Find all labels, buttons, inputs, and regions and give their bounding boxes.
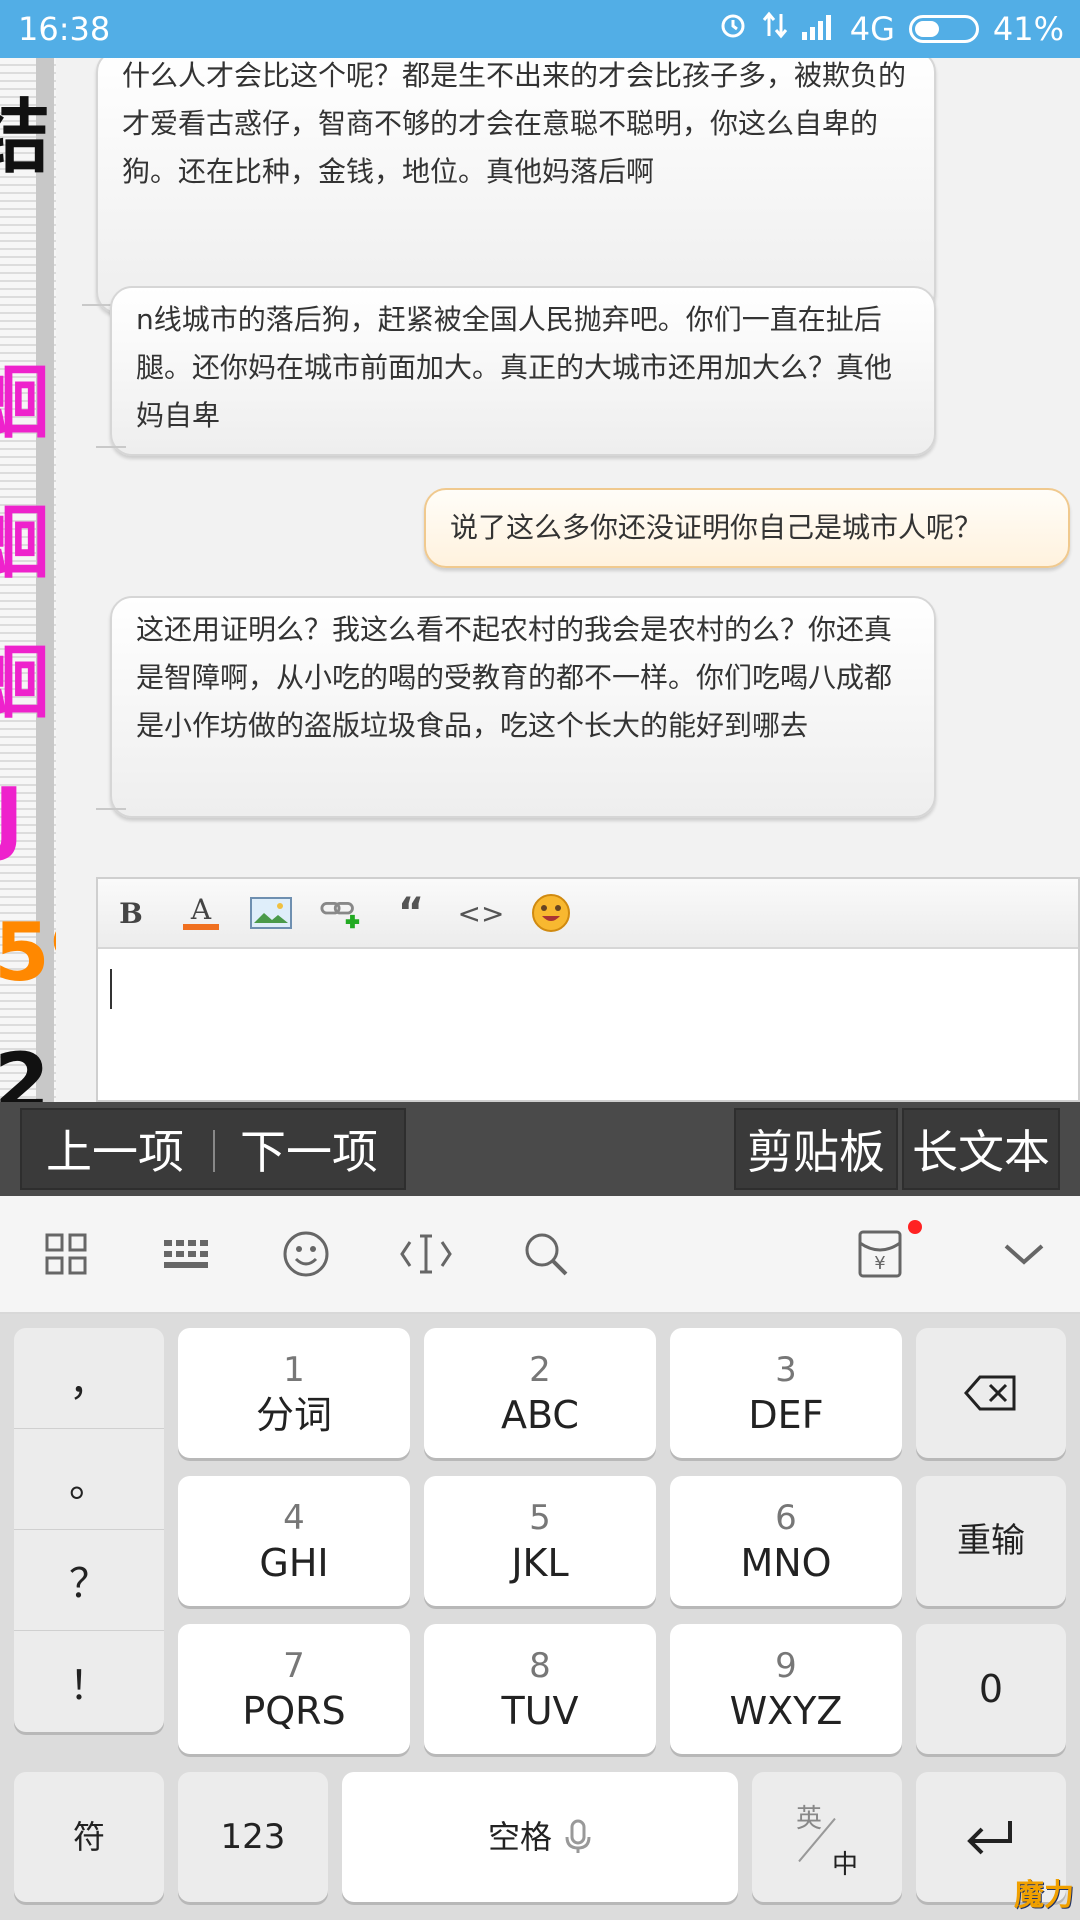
text-cursor: [110, 969, 112, 1009]
zero-key[interactable]: 0: [916, 1624, 1066, 1754]
key-2[interactable]: 2 ABC: [424, 1328, 656, 1458]
key-6[interactable]: 6 MNO: [670, 1476, 902, 1606]
message-text: 这还用证明么？我这么看不起农村的我会是农村的么？你还真是智障啊，从小吃的喝的受教…: [136, 613, 893, 742]
message-bubble-left: 这还用证明么？我这么看不起农村的我会是农村的么？你还真是智障啊，从小吃的喝的受教…: [96, 596, 936, 818]
clipboard-button[interactable]: 剪贴板: [734, 1108, 898, 1190]
strip-glyph: 蛔: [0, 356, 50, 449]
battery-percent: 41%: [992, 10, 1064, 48]
emoji-icon[interactable]: [530, 892, 572, 934]
key-5[interactable]: 5 JKL: [424, 1476, 656, 1606]
image-icon[interactable]: [250, 892, 292, 934]
left-page-strip: 结 蛔 蛔 蛔 J 59 2: [0, 58, 56, 1102]
punctuation-column[interactable]: ， 。 ？ ！: [14, 1328, 164, 1732]
key-8[interactable]: 8 TUV: [424, 1624, 656, 1754]
message-bubble-left: 什么人才会比这个呢？都是生不出来的才会比孩子多，被欺负的才爱看古惑仔，智商不够的…: [82, 58, 936, 314]
editor-toolbar: B A “ <>: [98, 879, 1078, 949]
strip-glyph: 蛔: [0, 496, 50, 589]
svg-text:¥: ¥: [874, 1253, 885, 1274]
message-text: n线城市的落后狗，赶紧被全国人民抛弃吧。你们一直在扯后腿。还你妈在城市前面加大。…: [136, 303, 893, 432]
punct-question-key[interactable]: ？: [14, 1530, 164, 1631]
strip-glyph: J: [0, 771, 24, 864]
bold-button[interactable]: B: [110, 892, 152, 934]
status-bar: 16:38 4G 41%: [0, 0, 1080, 58]
key-1[interactable]: 1 分词: [178, 1328, 410, 1458]
backspace-icon: [964, 1375, 1016, 1411]
smiley-icon[interactable]: [278, 1226, 334, 1282]
message-bubble-right: 说了这么多你还没证明你自己是城市人呢？: [424, 488, 1070, 568]
alarm-icon: [718, 10, 748, 48]
strip-glyph: 59: [0, 906, 56, 999]
status-icons: 4G 41%: [718, 10, 1064, 48]
microphone-icon: [565, 1819, 591, 1853]
strip-glyph: 蛔: [0, 636, 50, 729]
long-text-button[interactable]: 长文本: [902, 1108, 1060, 1190]
message-text: 说了这么多你还没证明你自己是城市人呢？: [450, 511, 983, 544]
punct-comma-key[interactable]: ，: [14, 1328, 164, 1429]
punct-period-key[interactable]: 。: [14, 1429, 164, 1530]
code-button[interactable]: <>: [458, 892, 505, 934]
message-text: 什么人才会比这个呢？都是生不出来的才会比孩子多，被欺负的才爱看古惑仔，智商不够的…: [122, 59, 907, 188]
language-switch-key[interactable]: 英 中: [752, 1772, 902, 1902]
grid-icon[interactable]: [38, 1226, 94, 1282]
nav-separator: [213, 1130, 215, 1172]
number-mode-key[interactable]: 123: [178, 1772, 328, 1902]
signal-icon: [801, 10, 836, 48]
link-add-icon[interactable]: [320, 892, 362, 934]
punct-exclaim-key[interactable]: ！: [14, 1631, 164, 1732]
t9-keyboard: ， 。 ？ ！ 1 分词 2 ABC 3 DEF 4 GHI 5 JKL 6 M…: [0, 1314, 1080, 1920]
font-color-button[interactable]: A: [180, 892, 222, 934]
key-4[interactable]: 4 GHI: [178, 1476, 410, 1606]
quote-button[interactable]: “: [390, 890, 432, 936]
enter-icon: [967, 1821, 1012, 1855]
space-key[interactable]: 空格: [342, 1772, 738, 1902]
next-item-label[interactable]: 下一项: [240, 1108, 378, 1190]
reinput-key[interactable]: 重输: [916, 1476, 1066, 1606]
keyboard-toolbar: ¥: [0, 1196, 1080, 1314]
data-transfer-icon: [762, 10, 788, 48]
notification-dot: [908, 1220, 922, 1234]
red-packet-icon[interactable]: ¥: [852, 1226, 908, 1282]
strip-glyph: 结: [0, 91, 50, 184]
cursor-icon[interactable]: [398, 1226, 454, 1282]
status-time: 16:38: [18, 10, 111, 48]
key-3[interactable]: 3 DEF: [670, 1328, 902, 1458]
backspace-key[interactable]: [916, 1328, 1066, 1458]
message-bubble-left: n线城市的落后狗，赶紧被全国人民抛弃吧。你们一直在扯后腿。还你妈在城市前面加大。…: [96, 286, 936, 456]
key-7[interactable]: 7 PQRS: [178, 1624, 410, 1754]
collapse-icon[interactable]: [996, 1226, 1052, 1282]
symbols-key[interactable]: 符: [14, 1772, 164, 1902]
search-icon[interactable]: [518, 1226, 574, 1282]
keyboard-icon[interactable]: [158, 1226, 214, 1282]
network-type: 4G: [849, 10, 895, 48]
site-watermark: 魔力: [1014, 1878, 1074, 1913]
strip-glyph: 2: [0, 1036, 50, 1103]
reply-editor[interactable]: B A “ <>: [96, 877, 1080, 1102]
key-9[interactable]: 9 WXYZ: [670, 1624, 902, 1754]
form-nav-bar: 上一项 下一项 剪贴板 长文本: [0, 1102, 1080, 1196]
battery-icon: [908, 15, 979, 43]
